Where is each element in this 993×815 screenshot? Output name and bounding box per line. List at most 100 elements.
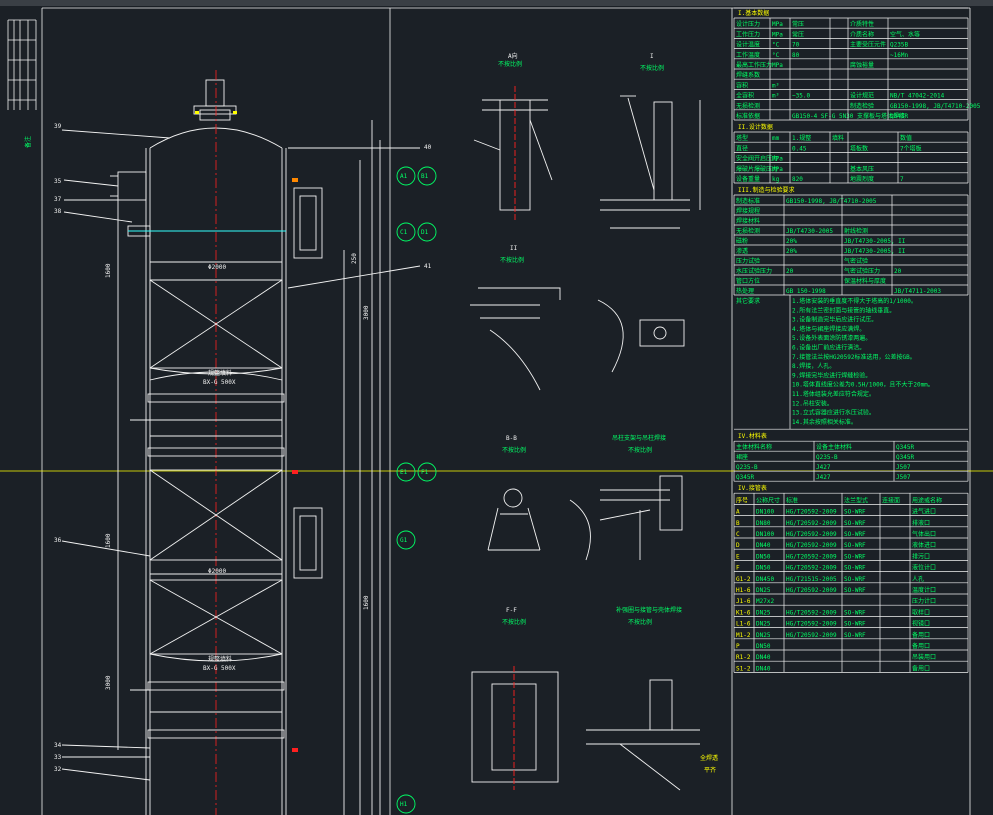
side-dim-5: 250 — [351, 253, 358, 264]
table1-cell: Q235B — [890, 42, 908, 49]
table4-cell: HG/T20592-2009 — [786, 609, 837, 616]
table1-cell: MPa — [772, 62, 783, 69]
table3-cell: 热处理 — [736, 287, 754, 295]
table5-cell: 主体材料名称 — [736, 443, 772, 451]
table1-cell: 介质名称 — [850, 30, 874, 38]
note-line: 10.塔体直线度公差为0.5H/1000，且不大于20mm。 — [792, 381, 934, 389]
table4-cell: 用途或名称 — [912, 496, 942, 504]
table4-cell: DN40 — [756, 654, 771, 661]
table4-cell: HG/T20592-2009 — [786, 565, 837, 572]
note-line: 12.吊柱安装。 — [792, 399, 833, 407]
view-ff-subtitle: 不按比例 — [502, 618, 526, 626]
table5-cell: J427 — [816, 474, 831, 481]
table2-cell: mm — [772, 135, 780, 142]
table1-cell: 空气、水等 — [890, 30, 920, 38]
table4-cell: H1-6 — [736, 587, 751, 594]
table3-cell: JB/T4730-2005, II — [844, 238, 906, 245]
tower-diameter-label-1: Φ2000 — [208, 264, 226, 271]
table2-cell: 数值 — [900, 134, 912, 142]
table1-cell: 设计规范 — [850, 92, 874, 100]
table4-cell: K1-6 — [736, 609, 751, 616]
view-weld-subtitle: 不按比例 — [628, 618, 652, 626]
side-dim-4: 3000 — [363, 305, 370, 320]
table1-cell: MPa — [772, 21, 783, 28]
table4-cell: DN25 — [756, 587, 771, 594]
table4-cell: DN40 — [756, 542, 771, 549]
part-number-32: 32 — [54, 766, 62, 773]
table1-cell: 70 — [792, 42, 800, 49]
table1-cell: 腐蚀裕量 — [850, 61, 874, 69]
table2-title: II.设计数据 — [738, 123, 773, 131]
part-number-34: 34 — [54, 742, 62, 749]
packing-label-3: 规整填料 — [208, 655, 232, 663]
table4-cell: 液体进口 — [912, 541, 936, 549]
table2-cell: 1.规整 — [792, 134, 811, 142]
table4-cell: S1-2 — [736, 665, 751, 672]
table4-cell: DN25 — [756, 609, 771, 616]
table4-cell: 公称尺寸 — [756, 496, 780, 504]
table1-cell: 标准依据 — [736, 112, 760, 120]
table4-cell: 排污口 — [912, 552, 930, 560]
table5-cell: J507 — [896, 474, 911, 481]
table2-cell: 0.45 — [792, 145, 807, 152]
side-dim-6: 1600 — [363, 595, 370, 610]
table1-cell: 无损检测 — [736, 102, 760, 110]
table3-cell: 水压试验压力 — [736, 267, 772, 275]
table4-cell: 压力计口 — [912, 597, 936, 605]
side-dim-1: 1600 — [105, 263, 112, 278]
note-line: 1.塔体安装的垂直度不得大于塔高的1/1000。 — [792, 297, 917, 305]
table2-cell: 7 — [900, 176, 904, 183]
table4-cell: SO-WRF — [844, 576, 866, 583]
table4-cell: HG/T20592-2009 — [786, 531, 837, 538]
part-number-36: 36 — [54, 537, 62, 544]
table4-cell: DN25 — [756, 632, 771, 639]
table4-cell: DN50 — [756, 565, 771, 572]
table1-cell: 设计压力 — [736, 20, 760, 28]
table1-cell: ~35.0 — [792, 93, 810, 100]
view-ii-title: II — [510, 245, 518, 252]
table4-cell: 吊装用口 — [912, 653, 936, 661]
part-number-33: 33 — [54, 754, 62, 761]
table3-cell: 射线检测 — [844, 227, 868, 235]
table4-cell: R1-2 — [736, 654, 751, 661]
table2-cell: 7个塔板 — [900, 144, 922, 152]
table5-cell: 设备主体材料 — [816, 443, 852, 451]
table4-cell: J1-6 — [736, 598, 751, 605]
note-line: 13.立式容器应进行水压试验。 — [792, 409, 875, 417]
table3-cell: 20% — [786, 248, 797, 255]
weld-note-2: 平齐 — [704, 766, 716, 774]
table4-cell: DN25 — [756, 621, 771, 628]
side-dim-3: 3000 — [105, 675, 112, 690]
table4-cell: 排液口 — [912, 519, 930, 527]
table1-cell: 全容积 — [736, 92, 754, 100]
packing-label-4: BX-G 500X — [203, 665, 236, 672]
table4-cell: HG/T20592-2009 — [786, 632, 837, 639]
table3-cell: 制造标准 — [736, 197, 760, 205]
table4-cell: SO-WRF — [844, 609, 866, 616]
table3-cell: GB 150-1998 — [786, 288, 826, 295]
table3-cell: 焊接材料 — [736, 217, 760, 225]
table1-cell: m³ — [772, 82, 779, 89]
table1-cell: 工作压力 — [736, 30, 760, 38]
note-line: 8.焊接，人孔。 — [792, 362, 835, 370]
table4-cell: DN100 — [756, 509, 774, 516]
table1-title: I.基本数据 — [738, 9, 769, 17]
table4-cell: A — [736, 509, 740, 516]
table4-cell: SO-WRF — [844, 621, 866, 628]
table3-cell: 气密试验压力 — [844, 267, 880, 275]
table5-cell: J507 — [896, 464, 911, 471]
table1-cell: °C — [772, 52, 780, 59]
note-line: 5.设备外表面涂防锈漆两遍。 — [792, 334, 871, 342]
table1-cell: 焊缝系数 — [736, 71, 760, 79]
table4-cell: G1-2 — [736, 576, 751, 583]
table1-cell: 制造检验 — [850, 102, 874, 110]
left-margin-label: 备注 — [24, 136, 32, 148]
table5-cell: Q235-B — [816, 454, 838, 461]
view-a-subtitle: 不按比例 — [498, 60, 522, 68]
part-number-38: 38 — [54, 208, 62, 215]
table4-cell: 法兰型式 — [844, 496, 868, 504]
table2-cell: 填料 — [832, 134, 844, 142]
table4-cell: SO-WRF — [844, 531, 866, 538]
table4-cell: 备用口 — [912, 631, 930, 639]
view-weld-title: 补强圈与接管与壳体焊接 — [616, 606, 682, 614]
